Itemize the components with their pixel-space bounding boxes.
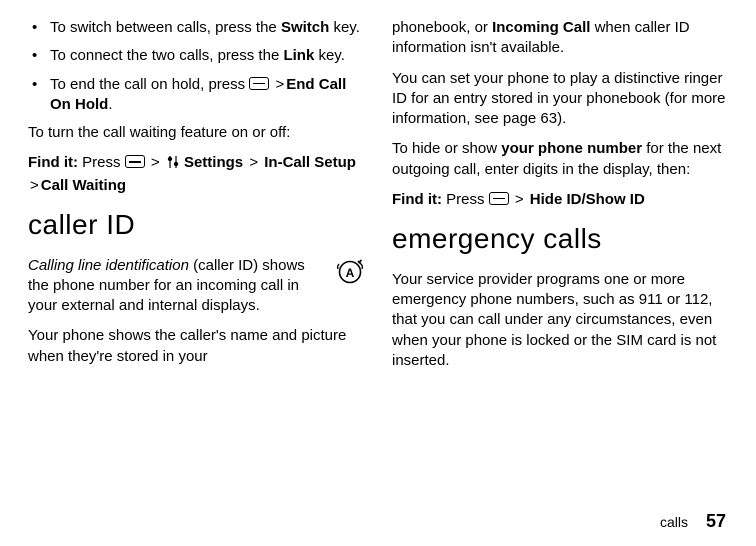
in-call-setup-label: In-Call Setup <box>264 154 356 171</box>
bullet-dot: • <box>28 18 50 38</box>
left-column: • To switch between calls, press the Swi… <box>28 18 364 498</box>
your-phone-number-bold: your phone number <box>501 140 642 157</box>
text-span: To hide or show <box>392 140 501 157</box>
footer-page-number: 57 <box>706 511 726 531</box>
text-span: phonebook, or <box>392 19 492 36</box>
bullet-text: To connect the two calls, press the <box>50 47 283 64</box>
settings-label: Settings <box>184 154 243 171</box>
svg-text:A: A <box>346 266 355 280</box>
menu-key-icon <box>125 155 145 168</box>
gt-separator: > <box>247 154 260 171</box>
find-it-label: Find it: <box>28 154 78 171</box>
menu-key-icon <box>249 77 269 90</box>
right-column: phonebook, or Incoming Call when caller … <box>392 18 728 498</box>
settings-icon <box>166 155 180 175</box>
gt-separator: > <box>149 154 162 171</box>
menu-key-icon <box>489 192 509 205</box>
caller-id-para1: A Calling line identification (caller ID… <box>28 256 364 317</box>
emergency-calls-heading: emergency calls <box>392 220 728 258</box>
hide-show-intro: To hide or show your phone number for th… <box>392 139 728 180</box>
gt-separator: > <box>273 76 286 93</box>
caller-id-para2: Your phone shows the caller's name and p… <box>28 326 364 367</box>
bullet-text: . <box>108 96 112 113</box>
call-waiting-label: Call Waiting <box>41 177 126 194</box>
emergency-calls-para: Your service provider programs one or mo… <box>392 270 728 371</box>
gt-separator: > <box>513 191 526 208</box>
find-it-label: Find it: <box>392 191 442 208</box>
ringer-id-para: You can set your phone to play a distinc… <box>392 69 728 130</box>
continuation-para: phonebook, or Incoming Call when caller … <box>392 18 728 59</box>
feature-a-icon: A <box>336 258 364 292</box>
bullet-key: Link <box>283 47 314 64</box>
caller-id-italic: Calling line identification <box>28 257 189 274</box>
bullet-text: To end the call on hold, press <box>50 76 249 93</box>
bullet-text: key. <box>329 19 360 36</box>
bullet-text: To switch between calls, press the <box>50 19 281 36</box>
bullet-text: key. <box>314 47 345 64</box>
call-waiting-intro: To turn the call waiting feature on or o… <box>28 123 364 143</box>
bullet-item: • To connect the two calls, press the Li… <box>28 46 364 66</box>
page-footer: calls 57 <box>660 511 726 532</box>
bullet-item: • To end the call on hold, press >End Ca… <box>28 75 364 116</box>
incoming-call-label: Incoming Call <box>492 19 590 36</box>
bullet-item: • To switch between calls, press the Swi… <box>28 18 364 38</box>
bullet-dot: • <box>28 75 50 116</box>
find-it-line: Find it: Press > Settings > In-Call Setu… <box>28 153 364 196</box>
press-word: Press <box>82 154 120 171</box>
press-word: Press <box>446 191 484 208</box>
hide-show-id-label: Hide ID/Show ID <box>530 191 645 208</box>
bullet-key: Switch <box>281 19 329 36</box>
find-it-line: Find it: Press > Hide ID/Show ID <box>392 190 728 210</box>
bullet-dot: • <box>28 46 50 66</box>
footer-section-label: calls <box>660 514 688 530</box>
caller-id-heading: caller ID <box>28 206 364 244</box>
gt-separator: > <box>28 177 41 194</box>
